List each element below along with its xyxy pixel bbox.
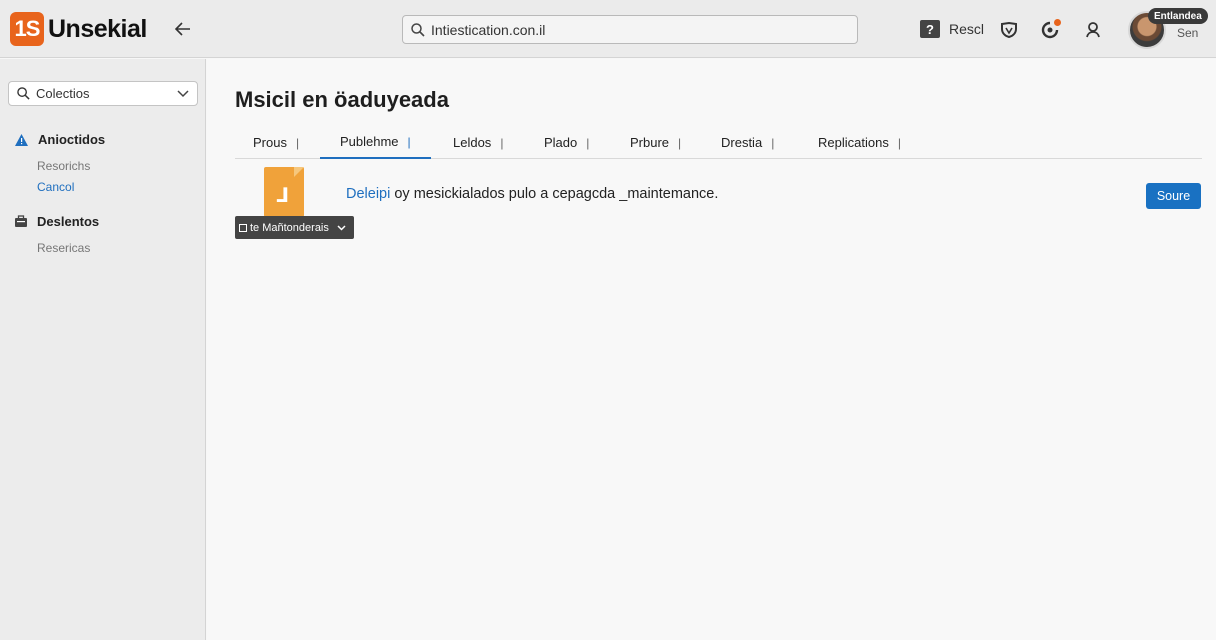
maintenance-dropdown-label: te Mañtonderais xyxy=(250,221,329,234)
tab-separator: | xyxy=(897,135,901,150)
sidebar-link-resericas[interactable]: Resericas xyxy=(37,241,90,255)
source-button[interactable]: Soure xyxy=(1146,183,1201,209)
maintenance-notice: Deleipi oy mesickialados pulo a cepagcda… xyxy=(346,186,718,202)
help-button[interactable]: ? Rescl xyxy=(920,20,984,38)
search-icon xyxy=(411,22,425,37)
folder-mark: ⅃ xyxy=(276,185,289,207)
search-bar[interactable] xyxy=(402,15,858,44)
tab-publehme[interactable]: Publehme | xyxy=(320,126,431,159)
help-label: Rescl xyxy=(949,21,985,37)
tab-label: Drestia xyxy=(721,135,763,150)
app-logo[interactable]: 1S Unsekial xyxy=(10,12,147,46)
tab-plado[interactable]: Plado | xyxy=(544,126,589,159)
shield-heart-icon[interactable] xyxy=(998,19,1020,41)
tab-label: Leldos xyxy=(453,135,492,150)
chevron-down-icon xyxy=(337,224,346,231)
tab-separator: | xyxy=(586,135,590,150)
sidebar-section-label: Anioctidos xyxy=(38,132,106,147)
notice-text: oy mesickialados pulo a cepagcda _mainte… xyxy=(390,186,719,202)
logo-mark: 1S xyxy=(10,12,44,46)
tab-prbure[interactable]: Prbure | xyxy=(630,126,681,159)
sidebar-section-anioctidos[interactable]: Anioctidos xyxy=(14,132,105,147)
tab-label: Prbure xyxy=(630,135,670,150)
logo-text: Unsekial xyxy=(48,14,147,43)
tab-bar: Prous | Publehme | Leldos | Plado | Prbure | … xyxy=(235,126,1202,159)
page-title: Msicil en öaduyeada xyxy=(235,87,449,112)
briefcase-icon xyxy=(15,215,27,227)
tab-label: Replications xyxy=(818,135,889,150)
collections-dropdown[interactable]: Colectios xyxy=(8,81,198,106)
search-icon xyxy=(17,87,30,100)
account-icon[interactable] xyxy=(1082,19,1104,41)
user-badge: Entlandea xyxy=(1148,8,1208,24)
back-arrow-icon[interactable] xyxy=(172,18,194,40)
collections-label: Colectios xyxy=(36,86,90,101)
tab-replications[interactable]: Replications | xyxy=(818,126,901,159)
folder-icon[interactable]: ⅃ xyxy=(264,167,306,217)
top-bar: 1S Unsekial ? Rescl Entlandea Sen xyxy=(0,0,1216,58)
warning-icon xyxy=(15,133,28,146)
tab-separator: | xyxy=(295,135,300,150)
tab-label: Publehme xyxy=(340,134,399,149)
user-subtitle: Sen xyxy=(1177,26,1199,40)
tab-separator: | xyxy=(407,134,411,149)
sidebar-link-cancol[interactable]: Cancol xyxy=(37,180,74,194)
tab-label: Plado xyxy=(544,135,578,150)
sidebar: Colectios Anioctidos Resorichs Cancol De… xyxy=(0,59,206,640)
chevron-down-icon xyxy=(177,89,189,97)
checkbox-icon xyxy=(239,223,247,232)
sidebar-section-deslentos[interactable]: Deslentos xyxy=(14,214,99,229)
help-icon: ? xyxy=(920,20,940,38)
notice-link[interactable]: Deleipi xyxy=(346,186,390,202)
tab-leldos[interactable]: Leldos | xyxy=(453,126,503,159)
search-input[interactable] xyxy=(431,21,831,38)
tab-drestia[interactable]: Drestia | xyxy=(721,126,774,159)
maintenance-dropdown[interactable]: te Mañtonderais xyxy=(235,216,354,239)
sidebar-section-label: Deslentos xyxy=(37,214,100,229)
main-content: Msicil en öaduyeada Prous | Publehme | Lel… xyxy=(207,59,1216,640)
tab-label: Prous xyxy=(253,135,287,150)
notification-dot xyxy=(1054,19,1061,26)
notifications-icon[interactable] xyxy=(1039,19,1061,41)
tab-separator: | xyxy=(678,135,682,150)
sidebar-link-resorichs[interactable]: Resorichs xyxy=(37,159,90,173)
tab-separator: | xyxy=(771,135,775,150)
folder-fold xyxy=(294,167,304,177)
tab-separator: | xyxy=(500,135,504,150)
tab-prous[interactable]: Prous | xyxy=(253,126,299,159)
